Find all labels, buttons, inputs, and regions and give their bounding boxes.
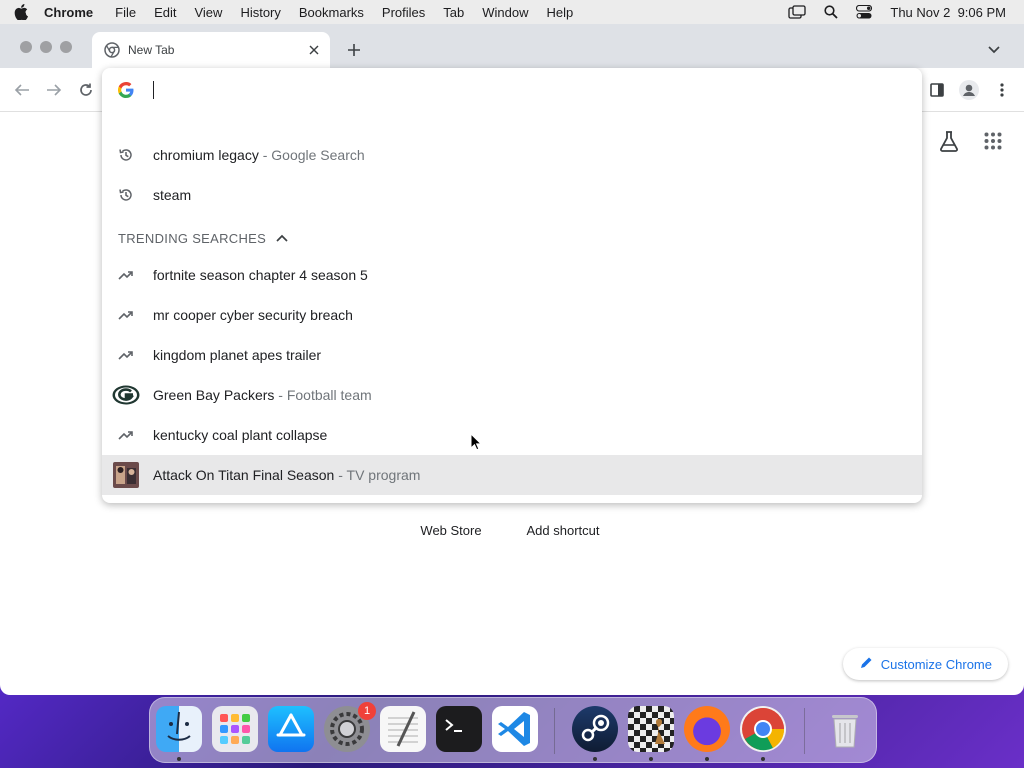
reload-icon[interactable] (76, 80, 96, 100)
suggestion-description: - Google Search (258, 147, 365, 163)
dock-firefox-icon[interactable] (684, 706, 730, 752)
trending-icon (116, 345, 136, 365)
suggestion-description: - TV program (334, 467, 421, 483)
control-center-icon[interactable] (856, 5, 873, 19)
dock-separator (554, 708, 555, 754)
suggestion-row[interactable]: Green Bay Packers - Football team (102, 375, 922, 415)
labs-flask-icon[interactable] (938, 130, 960, 157)
menu-bookmarks[interactable]: Bookmarks (299, 5, 364, 20)
omnibox-dropdown: chromium legacy - Google Search steam TR… (102, 68, 922, 503)
suggestion-text: Green Bay Packers (153, 387, 275, 403)
dock-running-dot (761, 757, 765, 761)
trending-icon (116, 305, 136, 325)
clock-text[interactable]: Thu Nov 2 9:06 PM (890, 5, 1006, 20)
history-icon (116, 145, 136, 165)
spotlight-search-icon[interactable] (824, 5, 839, 19)
menu-view[interactable]: View (194, 5, 222, 20)
menu-history[interactable]: History (240, 5, 280, 20)
menu-file[interactable]: File (115, 5, 136, 20)
menu-profiles[interactable]: Profiles (382, 5, 425, 20)
ntp-top-right-icons (938, 130, 1002, 157)
dock-trash-icon[interactable] (822, 706, 868, 752)
menu-tab[interactable]: Tab (443, 5, 464, 20)
suggestion-row[interactable]: chromium legacy - Google Search (102, 135, 922, 175)
history-icon (116, 185, 136, 205)
suggestion-text: chromium legacy (153, 147, 259, 163)
shortcut-label: Add shortcut (526, 523, 600, 538)
dock-finder-icon[interactable] (156, 706, 202, 752)
suggestion-description: - Football team (274, 387, 372, 403)
tab-title: New Tab (128, 43, 175, 57)
chrome-favicon-icon (104, 42, 120, 58)
suggestion-text: mr cooper cyber security breach (153, 307, 353, 323)
dock-chrome-icon[interactable] (740, 706, 786, 752)
omnibox-input-row (102, 68, 922, 112)
text-caret (153, 81, 154, 99)
suggestion-row[interactable]: steam (102, 175, 922, 215)
trending-searches-header[interactable]: TRENDING SEARCHES (118, 229, 288, 247)
new-tab-plus-icon[interactable] (344, 40, 364, 60)
minimize-window-button[interactable] (40, 41, 52, 53)
dock-chess-icon[interactable] (628, 706, 674, 752)
suggestion-text: fortnite season chapter 4 season 5 (153, 267, 368, 283)
window-controls (20, 41, 72, 53)
profile-avatar-icon[interactable] (959, 80, 979, 100)
suggestion-row-highlighted[interactable]: Attack On Titan Final Season - TV progra… (102, 455, 922, 495)
tv-thumbnail-icon (112, 462, 140, 488)
dock-steam-icon[interactable] (572, 706, 618, 752)
dock-running-dot (177, 757, 181, 761)
dock-vscode-icon[interactable] (492, 706, 538, 752)
suggestion-text: kingdom planet apes trailer (153, 347, 322, 363)
more-menu-icon[interactable] (992, 80, 1012, 100)
dock-separator (804, 708, 805, 754)
trending-header-label: TRENDING SEARCHES (118, 230, 267, 246)
screen-mirroring-icon[interactable] (788, 5, 807, 19)
close-window-button[interactable] (20, 41, 32, 53)
chevron-up-icon[interactable] (276, 229, 288, 247)
trending-icon (116, 425, 136, 445)
trending-icon (116, 265, 136, 285)
dock-app-store-icon[interactable] (268, 706, 314, 752)
suggestion-text: Attack On Titan Final Season (153, 467, 335, 483)
tab-strip: New Tab (0, 24, 1024, 68)
omnibox-input[interactable] (152, 78, 852, 102)
suggestion-row[interactable]: mr cooper cyber security breach (102, 295, 922, 335)
tab-close-icon[interactable] (304, 40, 324, 60)
google-g-icon (118, 82, 134, 98)
back-arrow-icon[interactable] (12, 80, 32, 100)
forward-arrow-icon[interactable] (44, 80, 64, 100)
notification-badge: 1 (358, 702, 376, 720)
dock-system-settings-icon[interactable]: 1 (324, 702, 376, 752)
zoom-window-button[interactable] (60, 41, 72, 53)
apple-icon[interactable] (14, 4, 28, 20)
menu-app-chrome[interactable]: Chrome (44, 5, 93, 20)
dock-terminal-icon[interactable] (436, 706, 482, 752)
tab-search-chevron-down-icon[interactable] (986, 41, 1002, 57)
suggestion-row[interactable]: kentucky coal plant collapse (102, 415, 922, 455)
shortcut-label: Web Store (420, 523, 482, 538)
customize-chrome-button[interactable]: Customize Chrome (842, 648, 1008, 680)
packers-logo-icon (112, 385, 140, 405)
dock: 1 (149, 697, 877, 763)
customize-chrome-label: Customize Chrome (880, 656, 992, 672)
menu-help[interactable]: Help (547, 5, 574, 20)
mouse-cursor-icon (470, 432, 483, 456)
menu-window[interactable]: Window (482, 5, 528, 20)
suggestion-row[interactable]: kingdom planet apes trailer (102, 335, 922, 375)
side-panel-icon[interactable] (927, 80, 947, 100)
menu-bar: Chrome File Edit View History Bookmarks … (0, 0, 1024, 24)
tab-new-tab[interactable]: New Tab (92, 32, 330, 68)
suggestion-row[interactable]: fortnite season chapter 4 season 5 (102, 255, 922, 295)
dock-running-dot (593, 757, 597, 761)
pencil-icon (859, 656, 873, 673)
dock-running-dot (649, 757, 653, 761)
suggestion-text: kentucky coal plant collapse (153, 427, 328, 443)
dock-launchpad-icon[interactable] (212, 706, 258, 752)
menu-edit[interactable]: Edit (154, 5, 176, 20)
chrome-window: New Tab Web Store Add shortcut Customize… (0, 24, 1024, 695)
dock-running-dot (705, 757, 709, 761)
suggestion-text: steam (153, 187, 192, 203)
google-apps-grid-icon[interactable] (984, 132, 1002, 155)
dock-textedit-icon[interactable] (380, 706, 426, 752)
